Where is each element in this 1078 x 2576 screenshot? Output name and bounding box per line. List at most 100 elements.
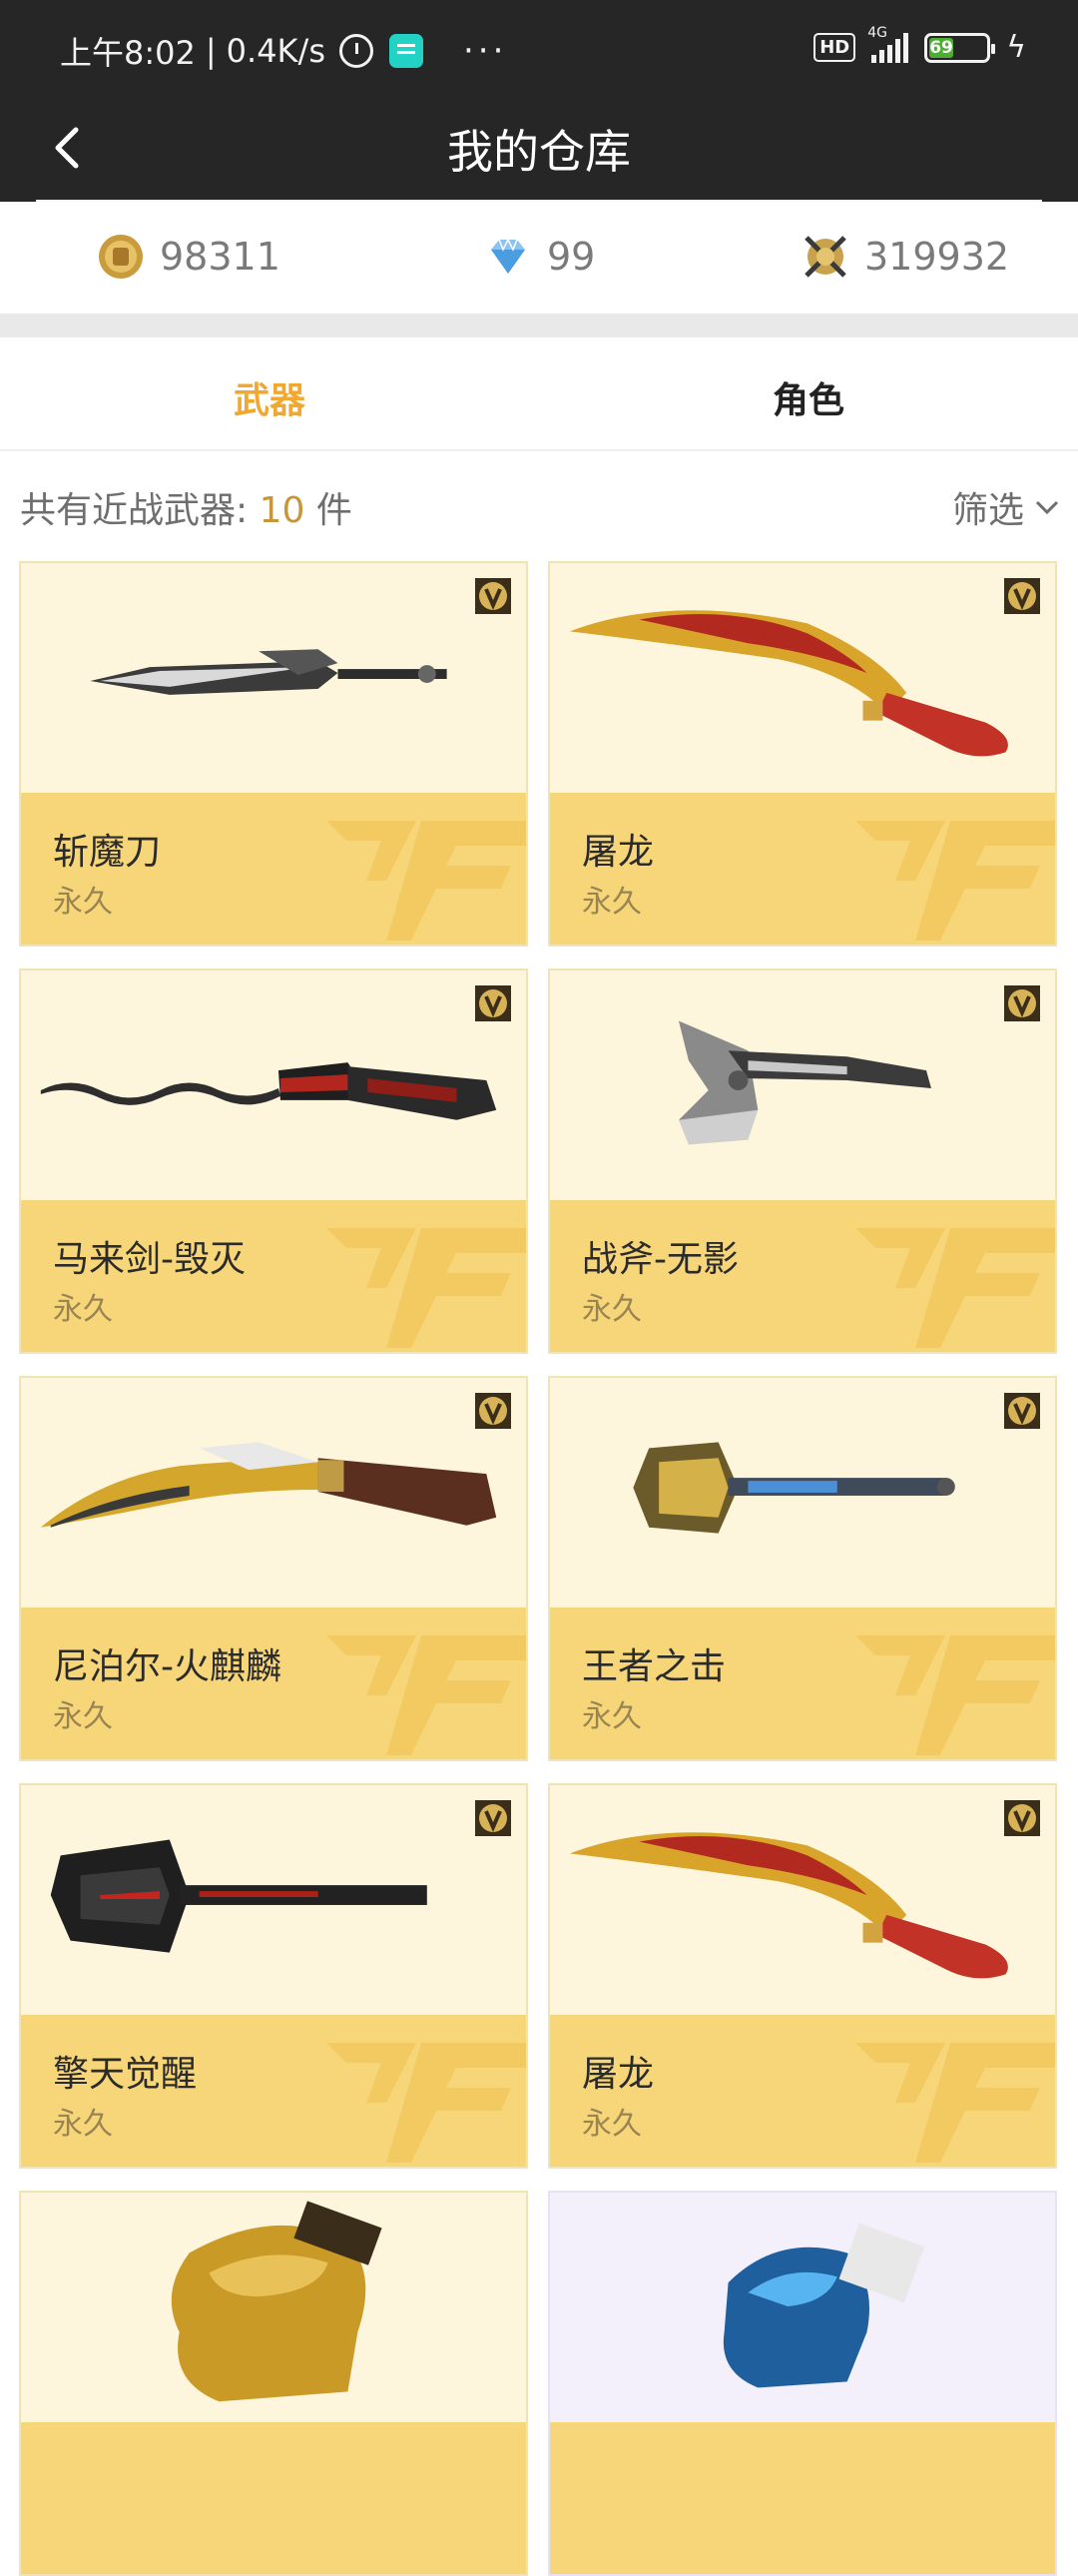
vip-badge-icon xyxy=(475,1393,511,1429)
cf-watermark-icon xyxy=(855,1228,1055,1348)
item-duration: 永久 xyxy=(582,2107,642,2142)
cf-watermark-icon xyxy=(326,2043,526,2163)
item-duration: 永久 xyxy=(582,1699,642,1734)
item-info: 尼泊尔-火麒麟 永久 xyxy=(21,1608,526,1759)
item-card[interactable]: 马来剑-毁灭 永久 xyxy=(19,968,528,1354)
item-duration: 永久 xyxy=(582,1292,642,1327)
signal-icon: 4G xyxy=(867,25,909,63)
dragon-blade-icon xyxy=(569,610,1008,757)
top-bar: 上午8:02 | 0.4K/s ··· HD 4G 69 ϟ 我的仓库 xyxy=(0,0,1078,202)
item-name: 尼泊尔-火麒麟 xyxy=(53,1646,281,1687)
count-prefix: 共有近战武器: xyxy=(20,490,249,531)
axe-icon xyxy=(678,1020,931,1145)
status-right: HD 4G 69 ϟ xyxy=(813,25,1026,65)
status-bar: 上午8:02 | 0.4K/s ··· HD 4G 69 ϟ xyxy=(0,0,1078,96)
battery-level: 69 xyxy=(929,37,953,58)
chevron-down-icon xyxy=(1035,500,1059,515)
cf-watermark-icon xyxy=(855,1635,1055,1755)
vip-badge-icon xyxy=(475,985,511,1021)
battery-icon: 69 xyxy=(924,32,996,63)
item-duration: 永久 xyxy=(582,885,642,920)
status-separator: | xyxy=(205,32,217,70)
tab-weapons[interactable]: 武器 xyxy=(0,371,539,423)
item-duration: 永久 xyxy=(53,885,113,920)
tab-bar: 武器 角色 xyxy=(0,337,1078,451)
page-title: 我的仓库 xyxy=(447,125,631,179)
cf-watermark-icon xyxy=(855,2043,1055,2163)
item-info: 屠龙 永久 xyxy=(550,2015,1055,2167)
shovel-dark-icon xyxy=(50,1839,427,1953)
item-card[interactable] xyxy=(19,2191,528,2576)
vip-badge-icon xyxy=(1004,578,1040,614)
vip-badge-icon xyxy=(475,578,511,614)
message-app-icon xyxy=(388,34,423,68)
item-count: 共有近战武器: 10 件 xyxy=(20,481,352,533)
gold-coin-icon xyxy=(99,235,143,279)
item-name: 马来剑-毁灭 xyxy=(53,1239,246,1280)
item-duration: 永久 xyxy=(53,1699,113,1734)
status-speed: 0.4K/s xyxy=(226,32,325,70)
more-notifications-icon: ··· xyxy=(462,31,508,71)
item-name: 擎天觉醒 xyxy=(53,2054,198,2095)
status-time: 上午8:02 xyxy=(60,34,196,72)
diamond-balance: 99 xyxy=(483,232,595,282)
vip-badge-icon xyxy=(1004,1800,1040,1836)
item-name: 战斧-无影 xyxy=(582,1239,739,1280)
section-divider xyxy=(0,314,1078,337)
item-info xyxy=(21,2422,526,2574)
item-card[interactable]: 擎天觉醒 永久 xyxy=(19,1783,528,2169)
blue-glove-icon xyxy=(723,2223,925,2388)
item-info: 王者之击 永久 xyxy=(550,1608,1055,1759)
hd-voice-icon: HD xyxy=(813,33,856,62)
item-card[interactable]: 王者之击 永久 xyxy=(548,1376,1057,1761)
status-left: 上午8:02 | 0.4K/s ··· xyxy=(60,28,507,74)
diamond-amount: 99 xyxy=(547,235,596,279)
item-name: 屠龙 xyxy=(582,2054,655,2095)
item-info: 擎天觉醒 永久 xyxy=(21,2015,526,2167)
item-name: 屠龙 xyxy=(582,832,655,873)
vip-badge-icon xyxy=(1004,1393,1040,1429)
cf-watermark-icon xyxy=(326,821,526,941)
count-row: 共有近战武器: 10 件 筛选 xyxy=(0,451,1078,555)
item-info: 马来剑-毁灭 永久 xyxy=(21,1200,526,1352)
dragon-blade-icon xyxy=(569,1832,1008,1979)
network-type-label: 4G xyxy=(867,24,887,41)
vip-badge-icon xyxy=(1004,985,1040,1021)
gold-balance: 98311 xyxy=(96,232,280,282)
item-card[interactable]: 尼泊尔-火麒麟 永久 xyxy=(19,1376,528,1761)
item-card[interactable]: 斩魔刀 永久 xyxy=(19,561,528,947)
currency-bar: 98311 99 319932 xyxy=(0,202,1078,314)
item-card[interactable] xyxy=(548,2191,1057,2576)
kris-sword-icon xyxy=(40,1062,497,1120)
item-info: 战斧-无影 永久 xyxy=(550,1200,1055,1352)
crossed-swords-medal-icon xyxy=(805,236,846,278)
kukri-icon xyxy=(40,1442,497,1528)
alarm-icon xyxy=(338,34,373,68)
item-card[interactable]: 屠龙 永久 xyxy=(548,1783,1057,2169)
cf-watermark-icon xyxy=(326,1228,526,1348)
medal-amount: 319932 xyxy=(864,235,1010,279)
gold-glove-icon xyxy=(171,2201,382,2402)
medal-balance: 319932 xyxy=(801,232,1009,282)
gold-amount: 98311 xyxy=(160,235,280,279)
item-info: 斩魔刀 永久 xyxy=(21,793,526,945)
count-number: 10 xyxy=(259,490,305,531)
filter-label: 筛选 xyxy=(951,490,1024,531)
filter-button[interactable]: 筛选 xyxy=(952,481,1060,533)
app-header: 我的仓库 xyxy=(0,96,1078,202)
item-name: 王者之击 xyxy=(582,1646,727,1687)
item-card[interactable]: 战斧-无影 永久 xyxy=(548,968,1057,1354)
item-info: 屠龙 永久 xyxy=(550,793,1055,945)
charging-icon: ϟ xyxy=(1006,30,1026,65)
sword-icon xyxy=(90,649,447,695)
item-info xyxy=(550,2422,1055,2574)
tab-characters[interactable]: 角色 xyxy=(539,371,1078,423)
shovel-icon xyxy=(633,1442,955,1534)
diamond-icon xyxy=(491,238,525,274)
item-duration: 永久 xyxy=(53,1292,113,1327)
item-duration: 永久 xyxy=(53,2107,113,2142)
cf-watermark-icon xyxy=(326,1635,526,1755)
item-card[interactable]: 屠龙 永久 xyxy=(548,561,1057,947)
item-name: 斩魔刀 xyxy=(53,832,162,873)
cf-watermark-icon xyxy=(855,821,1055,941)
